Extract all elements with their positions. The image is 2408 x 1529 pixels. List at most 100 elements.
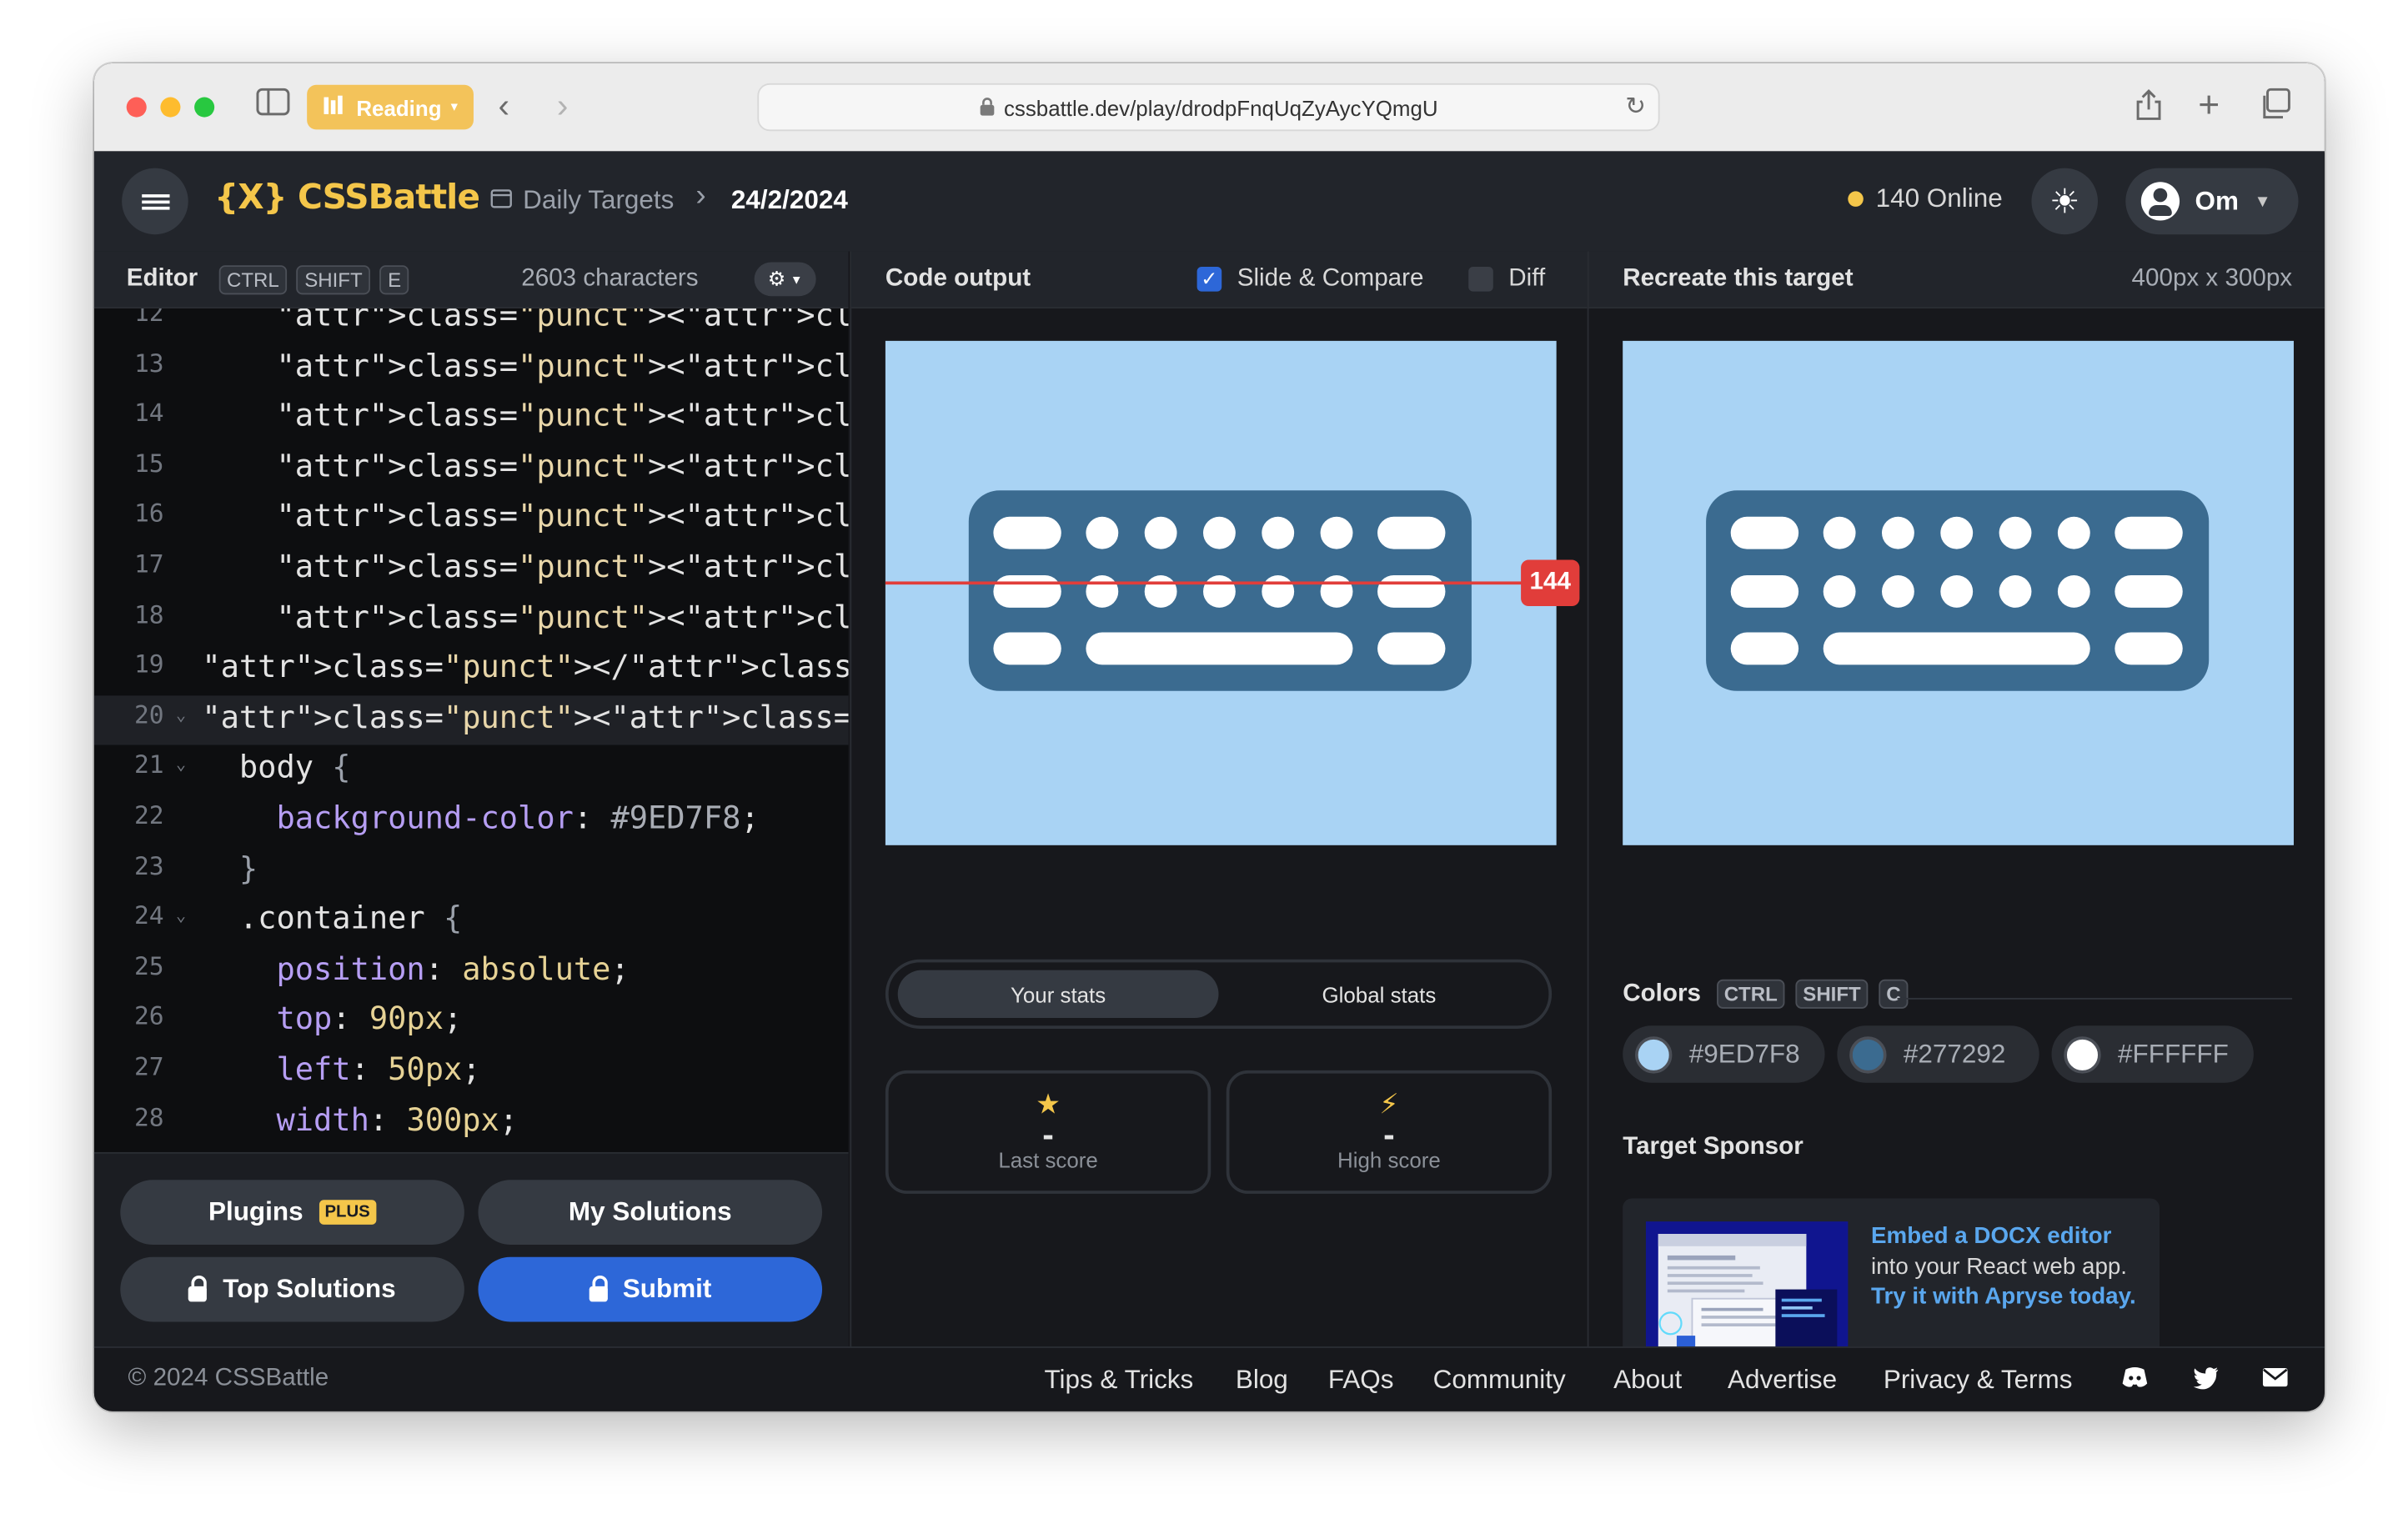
- target-dimensions: 400px x 300px: [2131, 265, 2293, 292]
- plugins-button[interactable]: Plugins PLUS: [120, 1180, 464, 1245]
- address-bar[interactable]: cssbattle.dev/play/drodpFnqUqZyAycYQmgU …: [757, 83, 1660, 132]
- reading-list-button[interactable]: Reading ▾: [307, 84, 474, 130]
- tabs-overview-icon[interactable]: [2260, 88, 2290, 128]
- code-text: background-color: #9ED7F8;: [276, 799, 760, 836]
- code-line[interactable]: 24 ⌄ .container {: [94, 896, 849, 945]
- reload-icon[interactable]: ↻: [1625, 91, 1646, 122]
- discord-icon[interactable]: [2121, 1363, 2149, 1391]
- compare-slider-value[interactable]: 144: [1521, 559, 1580, 607]
- code-line[interactable]: 22 background-color: #9ED7F8;: [94, 796, 849, 845]
- fold-chevron-icon[interactable]: ⌄: [176, 905, 186, 925]
- divider: [1897, 997, 2293, 1000]
- code-line[interactable]: 28 width: 300px;: [94, 1097, 849, 1146]
- keyboard-shape: [968, 490, 1472, 691]
- key-round: [1203, 516, 1236, 549]
- color-swatch[interactable]: #277292: [1837, 1025, 2039, 1083]
- code-text: body {: [202, 748, 351, 786]
- breadcrumb-daily-targets[interactable]: Daily Targets: [490, 185, 674, 216]
- code-text: "attr">class="punct"><"attr">class="tag"…: [276, 598, 849, 635]
- code-text: "attr">class="punct"><"attr">class="tag"…: [276, 547, 849, 585]
- color-swatch[interactable]: #FFFFFF: [2051, 1025, 2254, 1083]
- code-line[interactable]: 23 }: [94, 846, 849, 895]
- code-line[interactable]: 26 top: 90px;: [94, 997, 849, 1046]
- my-solutions-button[interactable]: My Solutions: [478, 1180, 823, 1245]
- sponsor-text[interactable]: Embed a DOCX editor into your React web …: [1871, 1221, 2141, 1311]
- checkbox-checked-icon[interactable]: ✓: [1196, 267, 1222, 292]
- twitter-icon[interactable]: [2192, 1363, 2220, 1391]
- editor-title: Editor: [126, 265, 198, 292]
- footer-link-community[interactable]: Community: [1433, 1365, 1566, 1396]
- checkbox-unchecked-icon[interactable]: [1468, 267, 1493, 292]
- mail-icon[interactable]: [2261, 1363, 2289, 1391]
- minimize-window-button[interactable]: [160, 97, 181, 118]
- lock-icon: [979, 95, 995, 120]
- color-swatch[interactable]: #9ED7F8: [1623, 1025, 1825, 1083]
- fold-chevron-icon[interactable]: ⌄: [176, 754, 186, 775]
- back-icon[interactable]: ‹: [499, 88, 510, 124]
- footer-link-advertise[interactable]: Advertise: [1728, 1365, 1837, 1396]
- editor-shortcut: CTRL SHIFT E: [216, 265, 409, 295]
- output-canvas[interactable]: 144: [885, 340, 1580, 845]
- key-round: [1882, 575, 1914, 608]
- code-line[interactable]: 18 "attr">class="punct"><"attr">class="t…: [94, 594, 849, 644]
- code-line[interactable]: 20⌄"attr">class="punct"><"attr">class="t…: [93, 694, 849, 745]
- plugins-label: Plugins: [208, 1196, 304, 1226]
- gear-icon: ⚙: [767, 267, 786, 290]
- forward-icon[interactable]: ›: [557, 88, 569, 124]
- tab-your-stats[interactable]: Your stats: [897, 970, 1219, 1018]
- slide-compare-toggle[interactable]: ✓ Slide & Compare: [1196, 265, 1423, 293]
- key-wide: [1377, 632, 1446, 665]
- code-line[interactable]: 14 "attr">class="punct"><"attr">class="t…: [94, 394, 849, 443]
- code-line[interactable]: 27 left: 50px;: [94, 1047, 849, 1096]
- code-text: "attr">class="punct"><"attr">class="tag"…: [276, 308, 849, 333]
- code-line[interactable]: 15 "attr">class="punct"><"attr">class="t…: [94, 444, 849, 493]
- editor-header: Editor CTRL SHIFT E 2603 characters ⚙ ▼: [93, 251, 849, 308]
- code-line[interactable]: 21 ⌄ body {: [94, 745, 849, 795]
- code-line[interactable]: 12 "attr">class="punct"><"attr">class="t…: [94, 308, 849, 343]
- sidebar-toggle-icon[interactable]: [256, 88, 290, 124]
- zoom-window-button[interactable]: [194, 97, 215, 118]
- online-count: 140 Online: [1848, 183, 2003, 214]
- share-icon[interactable]: [2135, 88, 2162, 131]
- sponsor-cta[interactable]: Try it with Apryse today.: [1871, 1283, 2136, 1309]
- footer-link-privacy[interactable]: Privacy & Terms: [1884, 1365, 2073, 1396]
- key-wide: [2115, 575, 2183, 608]
- footer-link-blog[interactable]: Blog: [1236, 1365, 1288, 1396]
- code-line[interactable]: 19 "attr">class="punct"></"attr">class="t…: [94, 645, 849, 694]
- fold-chevron-icon[interactable]: ⌄: [176, 704, 186, 724]
- app-footer: © 2024 CSSBattle Tips & Tricks Blog FAQs…: [93, 1346, 2325, 1411]
- code-text: "attr">class="punct"><"attr">class="tag"…: [202, 698, 849, 736]
- footer-link-faqs[interactable]: FAQs: [1328, 1365, 1394, 1396]
- theme-toggle-button[interactable]: ☀: [2031, 168, 2098, 235]
- new-tab-icon[interactable]: +: [2198, 88, 2220, 124]
- close-window-button[interactable]: [126, 97, 147, 118]
- diff-toggle[interactable]: Diff: [1468, 265, 1545, 293]
- compare-slider-line[interactable]: [885, 581, 1557, 585]
- chevron-down-icon: ▼: [2254, 192, 2271, 211]
- key-wide: [1730, 575, 1799, 608]
- code-editor[interactable]: 12 "attr">class="punct"><"attr">class="t…: [93, 308, 849, 1152]
- code-line[interactable]: 25 position: absolute;: [94, 947, 849, 996]
- code-line[interactable]: 17 "attr">class="punct"><"attr">class="t…: [94, 544, 849, 594]
- key-round: [1999, 516, 2032, 549]
- user-menu-button[interactable]: Om ▼: [2125, 168, 2299, 235]
- submit-button[interactable]: Submit: [478, 1256, 823, 1322]
- code-line[interactable]: 16 "attr">class="punct"><"attr">class="t…: [94, 494, 849, 544]
- top-solutions-button[interactable]: Top Solutions: [120, 1256, 464, 1322]
- editor-panel: Editor CTRL SHIFT E 2603 characters ⚙ ▼ …: [93, 251, 849, 1348]
- line-number: 27: [133, 1051, 164, 1081]
- tab-global-stats[interactable]: Global stats: [1219, 970, 1540, 1018]
- plus-badge: PLUS: [319, 1200, 377, 1225]
- submit-label: Submit: [622, 1274, 712, 1304]
- cssbattle-logo[interactable]: {X} CSSBattle: [214, 179, 480, 218]
- code-line[interactable]: 13 "attr">class="punct"><"attr">class="t…: [94, 343, 849, 393]
- menu-button[interactable]: [122, 168, 188, 235]
- sponsor-heading: Target Sponsor: [1623, 1133, 1803, 1161]
- sponsor-headline[interactable]: Embed a DOCX editor: [1871, 1223, 2111, 1249]
- editor-settings-button[interactable]: ⚙ ▼: [754, 262, 816, 297]
- line-number: 16: [133, 499, 164, 529]
- high-score-card: ⚡ - High score: [1226, 1070, 1553, 1194]
- footer-link-tips[interactable]: Tips & Tricks: [1044, 1365, 1193, 1396]
- breadcrumb-date: 24/2/2024: [730, 185, 848, 215]
- footer-link-about[interactable]: About: [1613, 1365, 1682, 1396]
